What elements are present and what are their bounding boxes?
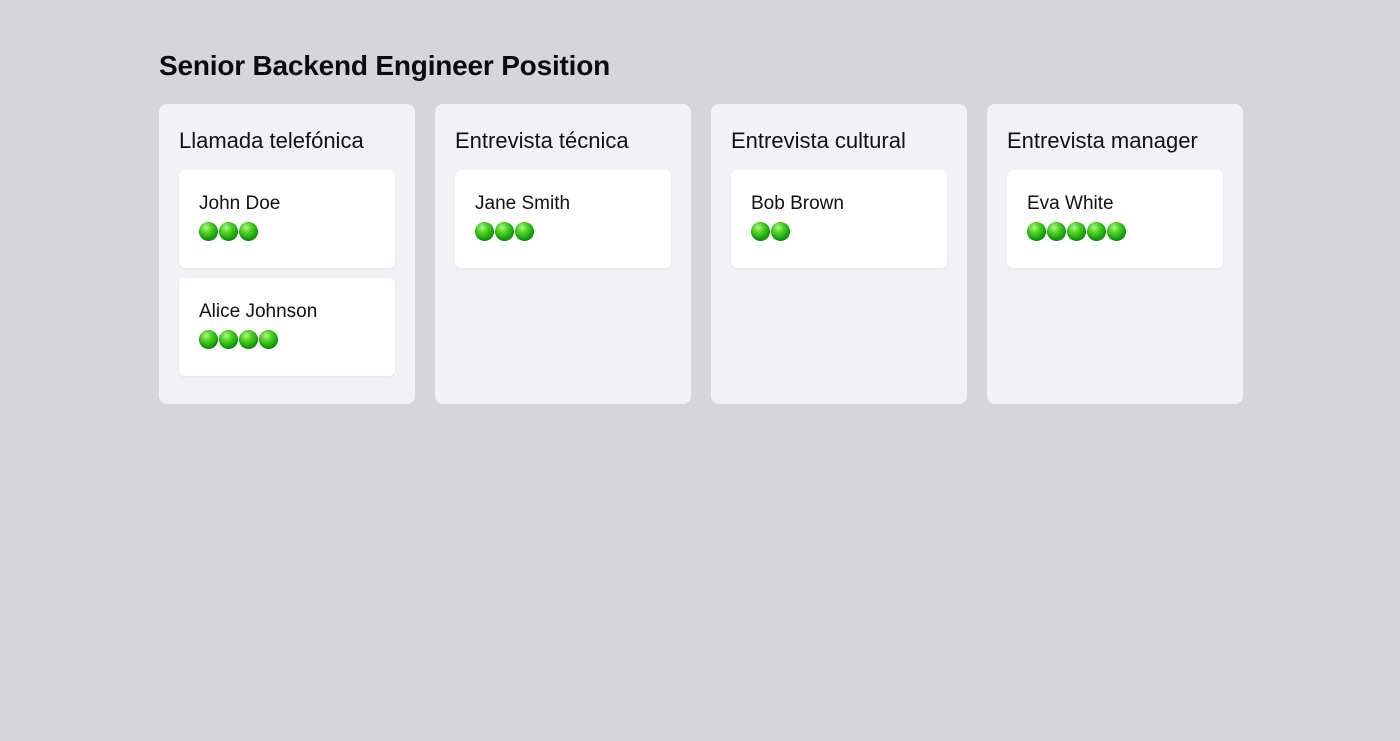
card-list: Bob Brown <box>731 170 947 268</box>
green-circle-icon <box>1027 222 1046 241</box>
candidate-card[interactable]: Alice Johnson <box>179 278 395 376</box>
candidate-card[interactable]: John Doe <box>179 170 395 268</box>
green-circle-icon <box>239 330 258 349</box>
candidate-name: Eva White <box>1027 193 1114 214</box>
column-entrevista-manager: Entrevista manager Eva White <box>987 104 1243 404</box>
column-title: Entrevista cultural <box>731 128 906 153</box>
card-list: John Doe Alice Johnson <box>179 170 395 376</box>
green-circle-icon <box>475 222 494 241</box>
green-circle-icon <box>515 222 534 241</box>
rating <box>751 222 927 241</box>
candidate-name: Alice Johnson <box>199 301 318 322</box>
green-circle-icon <box>1047 222 1066 241</box>
green-circle-icon <box>1107 222 1126 241</box>
rating <box>199 330 375 349</box>
green-circle-icon <box>219 222 238 241</box>
page-title: Senior Backend Engineer Position <box>159 50 611 81</box>
card-list: Jane Smith <box>455 170 671 268</box>
kanban-board: Llamada telefónica John Doe Alice Johnso… <box>159 104 1243 404</box>
green-circle-icon <box>751 222 770 241</box>
candidate-card[interactable]: Eva White <box>1007 170 1223 268</box>
column-llamada-telefonica: Llamada telefónica John Doe Alice Johnso… <box>159 104 415 404</box>
green-circle-icon <box>239 222 258 241</box>
green-circle-icon <box>219 330 238 349</box>
green-circle-icon <box>1087 222 1106 241</box>
column-title: Llamada telefónica <box>179 128 364 153</box>
candidate-card[interactable]: Bob Brown <box>731 170 947 268</box>
card-list: Eva White <box>1007 170 1223 268</box>
green-circle-icon <box>495 222 514 241</box>
candidate-name: Bob Brown <box>751 193 844 214</box>
rating <box>199 222 375 241</box>
candidate-name: John Doe <box>199 193 281 214</box>
rating <box>475 222 651 241</box>
column-title: Entrevista técnica <box>455 128 629 153</box>
column-entrevista-tecnica: Entrevista técnica Jane Smith <box>435 104 691 404</box>
rating <box>1027 222 1203 241</box>
column-title: Entrevista manager <box>1007 128 1198 153</box>
candidate-card[interactable]: Jane Smith <box>455 170 671 268</box>
candidate-name: Jane Smith <box>475 193 571 214</box>
green-circle-icon <box>259 330 278 349</box>
green-circle-icon <box>199 330 218 349</box>
green-circle-icon <box>1067 222 1086 241</box>
green-circle-icon <box>199 222 218 241</box>
green-circle-icon <box>771 222 790 241</box>
column-entrevista-cultural: Entrevista cultural Bob Brown <box>711 104 967 404</box>
